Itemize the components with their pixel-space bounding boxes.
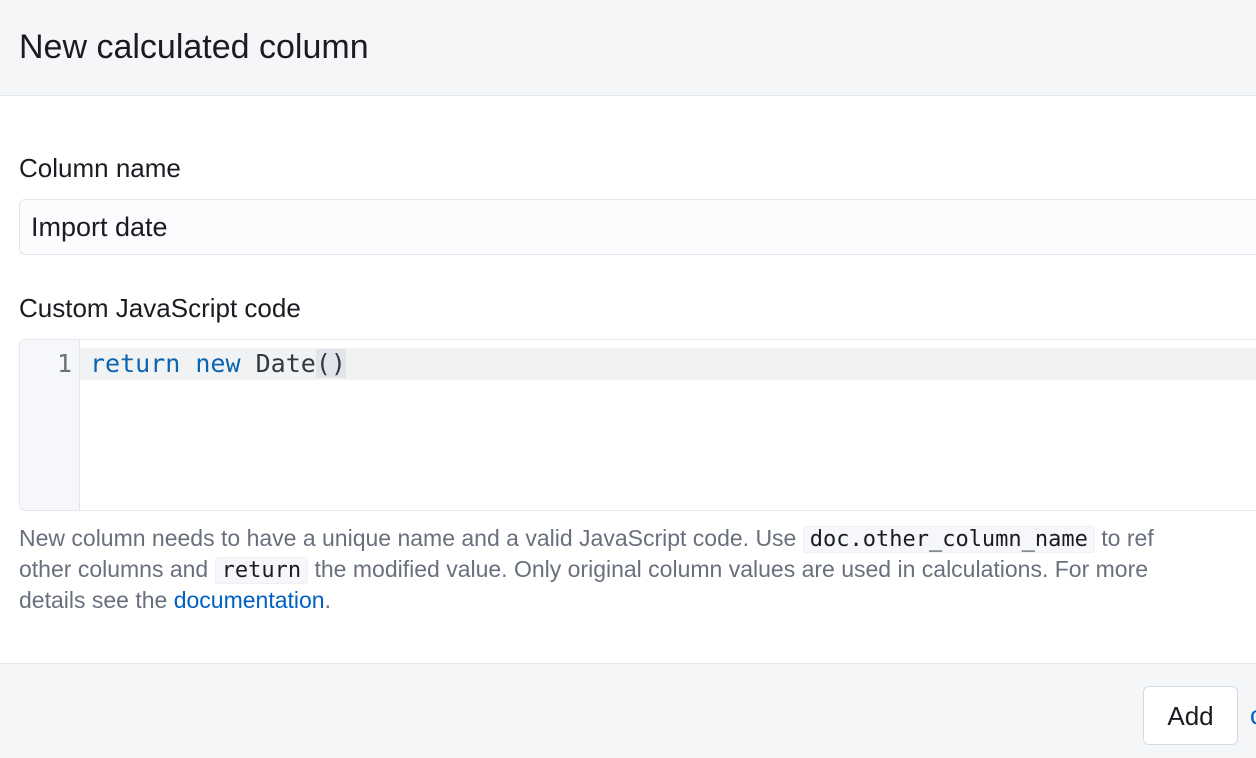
code-gutter: 1 bbox=[20, 340, 80, 510]
help-text-segment: New column needs to have a unique name a… bbox=[19, 525, 803, 551]
code-identifier-date: Date bbox=[255, 349, 316, 378]
inline-code-doc-ref: doc.other_column_name bbox=[802, 526, 1095, 553]
help-line-1: New column needs to have a unique name a… bbox=[19, 523, 1256, 554]
code-editor[interactable]: 1 return new Date() bbox=[19, 339, 1256, 511]
help-text-segment: . bbox=[324, 587, 331, 613]
help-text-segment: the modified value. Only original column… bbox=[308, 556, 1149, 582]
help-text-segment: to ref bbox=[1094, 525, 1154, 551]
code-parens: () bbox=[315, 349, 346, 378]
code-keyword-return: return bbox=[90, 349, 181, 378]
help-text-segment: other columns and bbox=[19, 556, 215, 582]
inline-code-return: return bbox=[214, 557, 309, 584]
column-name-label: Column name bbox=[19, 153, 181, 183]
line-number: 1 bbox=[56, 349, 72, 378]
add-button[interactable]: Add bbox=[1143, 686, 1238, 745]
help-line-3: details see the documentation. bbox=[19, 585, 1256, 616]
help-line-2: other columns and return the modified va… bbox=[19, 554, 1256, 585]
cancel-link-cut-off[interactable]: c bbox=[1250, 700, 1256, 731]
modal-body: Column name Custom JavaScript code 1 ret… bbox=[0, 96, 1256, 663]
help-text-segment: details see the bbox=[19, 587, 174, 613]
modal-title: New calculated column bbox=[19, 28, 369, 66]
modal-footer: Add c bbox=[0, 663, 1256, 758]
code-keyword-new: new bbox=[195, 349, 241, 378]
column-name-input[interactable] bbox=[19, 199, 1256, 255]
code-line[interactable]: return new Date() bbox=[90, 348, 346, 380]
code-label: Custom JavaScript code bbox=[19, 293, 301, 323]
help-text: New column needs to have a unique name a… bbox=[19, 523, 1256, 616]
documentation-link[interactable]: documentation bbox=[174, 587, 325, 613]
modal-header: New calculated column bbox=[0, 0, 1256, 96]
new-calculated-column-modal: New calculated column Column name Custom… bbox=[0, 0, 1256, 758]
